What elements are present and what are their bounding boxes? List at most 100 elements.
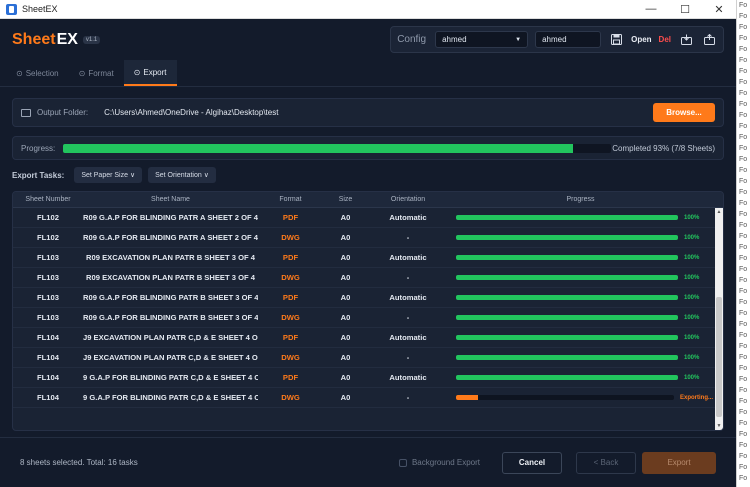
background-text: Fo bbox=[739, 376, 748, 383]
sheet-name-cell: R09 G.A.P FOR BLINDING PATR B SHEET 3 OF… bbox=[83, 293, 258, 302]
sheet-number-cell: FL103 bbox=[37, 293, 59, 302]
progress-text: Completed 93% (7/8 Sheets) bbox=[612, 143, 715, 153]
table-scrollbar[interactable]: ▲ ▼ bbox=[715, 208, 723, 430]
tab-bar: ⊙ Selection ⊙ Format ⊙ Export bbox=[0, 60, 736, 87]
format-cell: DWG bbox=[281, 233, 300, 242]
progress-cell: 100% bbox=[448, 355, 713, 361]
orientation-cell: Automatic bbox=[389, 333, 427, 342]
format-icon: ⊙ bbox=[78, 68, 86, 78]
table-row[interactable]: FL102 R09 G.A.P FOR BLINDING PATR A SHEET… bbox=[13, 208, 723, 228]
close-button[interactable]: ✕ bbox=[702, 0, 736, 19]
table-row[interactable]: FL103 R09 G.A.P FOR BLINDING PATR B SHEET… bbox=[13, 288, 723, 308]
header-format[interactable]: Format bbox=[258, 196, 323, 203]
table-row[interactable]: FL104 J9 EXCAVATION PLAN PATR C,D & E SHE… bbox=[13, 328, 723, 348]
background-text: Fo bbox=[739, 321, 748, 328]
table-row[interactable]: FL103 R09 EXCAVATION PLAN PATR B SHEET 3 … bbox=[13, 248, 723, 268]
browse-button[interactable]: Browse... bbox=[653, 103, 715, 122]
export-table: Sheet Number Sheet Name Format Size Orie… bbox=[12, 191, 724, 431]
config-bar: Config ahmed ▼ ahmed Open Del bbox=[390, 26, 724, 53]
tab-format-label: Format bbox=[88, 68, 114, 78]
footer-bar: 8 sheets selected. Total: 16 tasks Backg… bbox=[0, 437, 736, 487]
overall-progress-bar bbox=[63, 143, 611, 153]
row-progress-fill bbox=[456, 275, 678, 280]
table-row[interactable]: FL103 R09 EXCAVATION PLAN PATR B SHEET 3 … bbox=[13, 268, 723, 288]
table-row[interactable]: FL104 9 G.A.P FOR BLINDING PATR C,D & E S… bbox=[13, 388, 723, 408]
export-tasks-label: Export Tasks: bbox=[12, 170, 65, 180]
row-progress-status: 100% bbox=[684, 234, 700, 241]
background-text: Fo bbox=[739, 277, 748, 284]
config-name-input[interactable]: ahmed bbox=[535, 31, 602, 48]
row-progress-bar bbox=[456, 395, 674, 400]
cancel-button[interactable]: Cancel bbox=[502, 451, 562, 474]
output-folder-path[interactable]: C:\Users\Ahmed\OneDrive - Algihaz\Deskto… bbox=[104, 103, 653, 122]
background-text: Fo bbox=[739, 244, 748, 251]
size-cell: A0 bbox=[340, 393, 351, 402]
table-row[interactable]: FL103 R09 G.A.P FOR BLINDING PATR B SHEET… bbox=[13, 308, 723, 328]
background-export-toggle[interactable]: Background Export bbox=[398, 458, 480, 467]
delete-button[interactable]: Del bbox=[659, 35, 671, 44]
tab-selection[interactable]: ⊙ Selection bbox=[6, 60, 69, 86]
background-export-checkbox[interactable] bbox=[398, 458, 407, 467]
size-cell: A0 bbox=[340, 273, 351, 282]
background-text: Fo bbox=[739, 343, 748, 350]
orientation-cell: - bbox=[406, 233, 410, 242]
orientation-cell: Automatic bbox=[389, 213, 427, 222]
sheet-name-cell: 9 G.A.P FOR BLINDING PATR C,D & E SHEET … bbox=[83, 373, 258, 382]
set-paper-size-button[interactable]: Set Paper Size ∨ bbox=[74, 167, 143, 183]
config-label: Config bbox=[397, 34, 427, 45]
open-button[interactable]: Open bbox=[631, 35, 651, 44]
maximize-button[interactable]: ☐ bbox=[668, 0, 702, 19]
scroll-up-icon[interactable]: ▲ bbox=[715, 208, 723, 216]
row-progress-bar bbox=[456, 215, 678, 220]
export-button[interactable]: Export bbox=[642, 451, 716, 474]
chevron-down-icon: ▼ bbox=[515, 36, 522, 43]
overall-progress-panel: Progress: Completed 93% (7/8 Sheets) bbox=[12, 136, 724, 160]
save-icon[interactable] bbox=[608, 32, 624, 48]
size-cell: A0 bbox=[340, 213, 351, 222]
header-sheet-number[interactable]: Sheet Number bbox=[13, 196, 83, 203]
format-cell: PDF bbox=[282, 293, 299, 302]
orientation-cell: - bbox=[406, 393, 410, 402]
background-text: Fo bbox=[739, 90, 748, 97]
format-cell: DWG bbox=[281, 393, 300, 402]
table-row[interactable]: FL102 R09 G.A.P FOR BLINDING PATR A SHEET… bbox=[13, 228, 723, 248]
set-orientation-button[interactable]: Set Orientation ∨ bbox=[148, 167, 216, 183]
table-row[interactable]: FL104 9 G.A.P FOR BLINDING PATR C,D & E S… bbox=[13, 368, 723, 388]
row-progress-fill bbox=[456, 215, 678, 220]
sheet-number-cell: FL102 bbox=[37, 213, 59, 222]
tab-export[interactable]: ⊙ Export bbox=[123, 60, 177, 86]
background-text: Fo bbox=[739, 57, 748, 64]
header-progress[interactable]: Progress bbox=[448, 196, 713, 203]
import-icon[interactable] bbox=[678, 32, 694, 48]
background-text: Fo bbox=[739, 101, 748, 108]
background-text: Fo bbox=[739, 211, 748, 218]
background-text: Fo bbox=[739, 222, 748, 229]
export-config-icon[interactable] bbox=[701, 32, 717, 48]
row-progress-status: 100% bbox=[684, 274, 700, 281]
size-cell: A0 bbox=[340, 313, 351, 322]
row-progress-status: 100% bbox=[684, 294, 700, 301]
sheet-name-cell: J9 EXCAVATION PLAN PATR C,D & E SHEET 4 … bbox=[83, 333, 258, 342]
scroll-thumb[interactable] bbox=[716, 297, 722, 417]
header-orientation[interactable]: Orientation bbox=[368, 196, 448, 203]
header-sheet-name[interactable]: Sheet Name bbox=[83, 196, 258, 203]
background-text: Fo bbox=[739, 200, 748, 207]
sheet-name-cell: R09 G.A.P FOR BLINDING PATR B SHEET 3 OF… bbox=[83, 313, 258, 322]
row-progress-status: 100% bbox=[684, 254, 700, 261]
orientation-cell: - bbox=[406, 273, 410, 282]
table-body: FL102 R09 G.A.P FOR BLINDING PATR A SHEET… bbox=[13, 208, 723, 408]
table-header: Sheet Number Sheet Name Format Size Orie… bbox=[13, 192, 723, 208]
background-text: Fo bbox=[739, 178, 748, 185]
scroll-down-icon[interactable]: ▼ bbox=[715, 422, 723, 430]
minimize-button[interactable]: — bbox=[634, 0, 668, 19]
config-select[interactable]: ahmed ▼ bbox=[435, 31, 529, 48]
tab-format[interactable]: ⊙ Format bbox=[69, 60, 124, 86]
row-progress-status: 100% bbox=[684, 354, 700, 361]
row-progress-status: Exporting... bbox=[680, 394, 713, 401]
back-button[interactable]: < Back bbox=[576, 451, 636, 474]
table-row[interactable]: FL104 J9 EXCAVATION PLAN PATR C,D & E SHE… bbox=[13, 348, 723, 368]
header-size[interactable]: Size bbox=[323, 196, 368, 203]
sheet-number-cell: FL103 bbox=[37, 253, 59, 262]
orientation-cell: Automatic bbox=[389, 293, 427, 302]
progress-label: Progress: bbox=[21, 143, 56, 153]
